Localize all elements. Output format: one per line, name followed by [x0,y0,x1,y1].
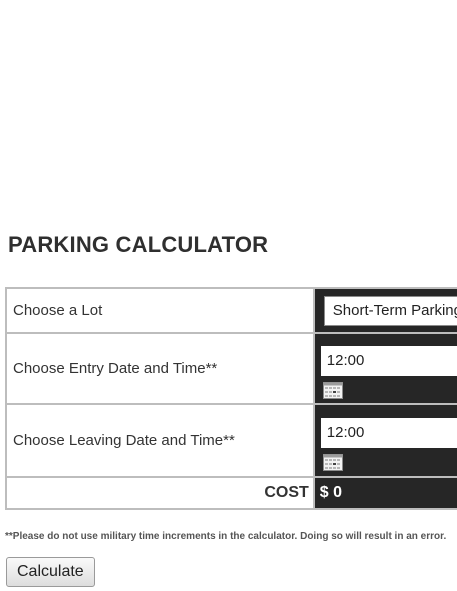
leaving-calendar-icon[interactable] [322,454,343,471]
entry-cell: 12:00 [312,332,457,405]
military-time-footnote: **Please do not use military time increm… [5,531,447,542]
entry-row: Choose Entry Date and Time** 12:00 [5,332,457,405]
leaving-cell: 12:00 [312,403,457,478]
lot-cell: Short-Term Parking [312,287,457,334]
parking-calculator-form: Choose a Lot Short-Term Parking Choose E… [5,287,457,510]
leaving-time-input[interactable]: 12:00 [320,418,457,448]
cost-row: COST $ 0 [5,476,457,510]
cost-label: COST [5,476,315,510]
entry-label: Choose Entry Date and Time** [5,332,315,405]
lot-label: Choose a Lot [5,287,315,334]
leaving-row: Choose Leaving Date and Time** 12:00 [5,403,457,478]
entry-time-input[interactable]: 12:00 [320,346,457,376]
lot-select[interactable]: Short-Term Parking [323,296,457,326]
page-title: PARKING CALCULATOR [8,232,269,257]
calculate-button[interactable]: Calculate [6,557,95,587]
lot-row: Choose a Lot Short-Term Parking [5,287,457,334]
entry-calendar-icon[interactable] [322,382,343,399]
leaving-label: Choose Leaving Date and Time** [5,403,315,478]
cost-cell: $ 0 [312,476,457,510]
cost-value: $ 0 [319,484,343,501]
